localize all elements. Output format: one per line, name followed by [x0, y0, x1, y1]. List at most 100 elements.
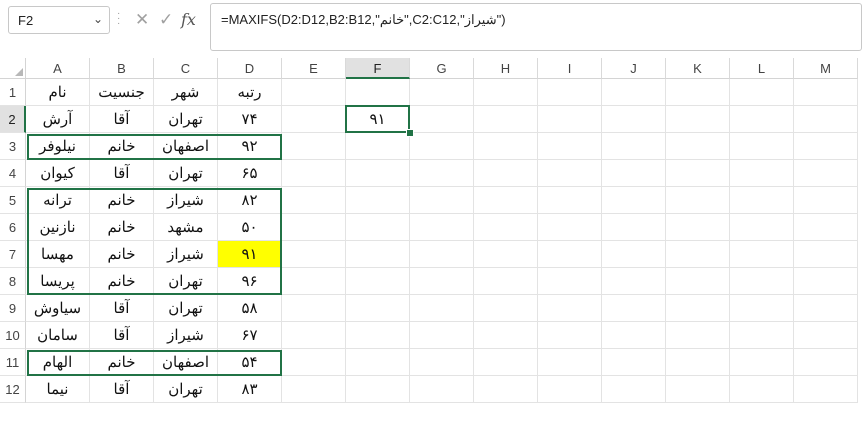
cell-f5[interactable]: [346, 187, 410, 214]
cell-h5[interactable]: [474, 187, 538, 214]
cell-l10[interactable]: [730, 322, 794, 349]
cell-i10[interactable]: [538, 322, 602, 349]
cell-k11[interactable]: [666, 349, 730, 376]
cell-i12[interactable]: [538, 376, 602, 403]
cell-f3[interactable]: [346, 133, 410, 160]
cell-b2[interactable]: آقا: [90, 106, 154, 133]
cell-k4[interactable]: [666, 160, 730, 187]
cell-k8[interactable]: [666, 268, 730, 295]
column-header-i[interactable]: I: [538, 58, 602, 79]
cell-d8[interactable]: ۹۶: [218, 268, 282, 295]
cell-h9[interactable]: [474, 295, 538, 322]
cancel-icon[interactable]: ✕: [135, 10, 149, 30]
cell-k6[interactable]: [666, 214, 730, 241]
cell-m2[interactable]: [794, 106, 858, 133]
cell-a3[interactable]: نیلوفر: [26, 133, 90, 160]
cell-e3[interactable]: [282, 133, 346, 160]
cell-l4[interactable]: [730, 160, 794, 187]
cell-c4[interactable]: تهران: [154, 160, 218, 187]
cell-a11[interactable]: الهام: [26, 349, 90, 376]
cell-b10[interactable]: آقا: [90, 322, 154, 349]
cell-j8[interactable]: [602, 268, 666, 295]
cell-f1[interactable]: [346, 79, 410, 106]
cell-b6[interactable]: خانم: [90, 214, 154, 241]
cell-g10[interactable]: [410, 322, 474, 349]
cell-k10[interactable]: [666, 322, 730, 349]
column-header-j[interactable]: J: [602, 58, 666, 79]
cell-h1[interactable]: [474, 79, 538, 106]
column-header-f[interactable]: F: [346, 58, 410, 79]
cell-g6[interactable]: [410, 214, 474, 241]
cell-a10[interactable]: سامان: [26, 322, 90, 349]
cell-f12[interactable]: [346, 376, 410, 403]
chevron-down-icon[interactable]: ⌄: [93, 12, 103, 26]
cell-c8[interactable]: تهران: [154, 268, 218, 295]
drag-handle-icon[interactable]: · · ·: [117, 9, 120, 29]
cell-j3[interactable]: [602, 133, 666, 160]
column-header-k[interactable]: K: [666, 58, 730, 79]
cell-m1[interactable]: [794, 79, 858, 106]
cell-k2[interactable]: [666, 106, 730, 133]
cell-f9[interactable]: [346, 295, 410, 322]
cell-j5[interactable]: [602, 187, 666, 214]
cell-f6[interactable]: [346, 214, 410, 241]
cell-g4[interactable]: [410, 160, 474, 187]
cell-l9[interactable]: [730, 295, 794, 322]
cell-d1[interactable]: رتبه: [218, 79, 282, 106]
cell-l7[interactable]: [730, 241, 794, 268]
cell-f2[interactable]: ۹۱: [346, 106, 410, 133]
cell-h2[interactable]: [474, 106, 538, 133]
column-header-g[interactable]: G: [410, 58, 474, 79]
cell-b12[interactable]: آقا: [90, 376, 154, 403]
cell-e12[interactable]: [282, 376, 346, 403]
cell-e9[interactable]: [282, 295, 346, 322]
column-header-a[interactable]: A: [26, 58, 90, 79]
cell-b1[interactable]: جنسیت: [90, 79, 154, 106]
cell-c10[interactable]: شیراز: [154, 322, 218, 349]
cell-c6[interactable]: مشهد: [154, 214, 218, 241]
cell-m9[interactable]: [794, 295, 858, 322]
cell-e5[interactable]: [282, 187, 346, 214]
cell-c9[interactable]: تهران: [154, 295, 218, 322]
cell-i11[interactable]: [538, 349, 602, 376]
cell-d7[interactable]: ۹۱: [218, 241, 282, 268]
cell-a7[interactable]: مهسا: [26, 241, 90, 268]
cell-j9[interactable]: [602, 295, 666, 322]
cell-a2[interactable]: آرش: [26, 106, 90, 133]
cell-h7[interactable]: [474, 241, 538, 268]
column-header-d[interactable]: D: [218, 58, 282, 79]
cell-c12[interactable]: تهران: [154, 376, 218, 403]
select-all-button[interactable]: [0, 58, 26, 79]
cell-e8[interactable]: [282, 268, 346, 295]
cell-k3[interactable]: [666, 133, 730, 160]
cell-b7[interactable]: خانم: [90, 241, 154, 268]
formula-bar[interactable]: =MAXIFS(D2:D12,B2:B12,"خانم",C2:C12,"شیر…: [210, 3, 862, 51]
row-header-7[interactable]: 7: [0, 241, 26, 268]
cell-f4[interactable]: [346, 160, 410, 187]
cell-c1[interactable]: شهر: [154, 79, 218, 106]
enter-icon[interactable]: ✓: [159, 10, 173, 30]
cell-c7[interactable]: شیراز: [154, 241, 218, 268]
cell-d5[interactable]: ۸۲: [218, 187, 282, 214]
cell-c2[interactable]: تهران: [154, 106, 218, 133]
row-header-4[interactable]: 4: [0, 160, 26, 187]
cell-i6[interactable]: [538, 214, 602, 241]
cell-b5[interactable]: خانم: [90, 187, 154, 214]
row-header-10[interactable]: 10: [0, 322, 26, 349]
cell-m10[interactable]: [794, 322, 858, 349]
cell-m6[interactable]: [794, 214, 858, 241]
cell-j11[interactable]: [602, 349, 666, 376]
cell-e11[interactable]: [282, 349, 346, 376]
row-header-2[interactable]: 2: [0, 106, 26, 133]
cell-m12[interactable]: [794, 376, 858, 403]
cell-g12[interactable]: [410, 376, 474, 403]
cell-i3[interactable]: [538, 133, 602, 160]
cell-j7[interactable]: [602, 241, 666, 268]
row-header-5[interactable]: 5: [0, 187, 26, 214]
cell-d11[interactable]: ۵۴: [218, 349, 282, 376]
cell-i7[interactable]: [538, 241, 602, 268]
row-header-3[interactable]: 3: [0, 133, 26, 160]
cell-k5[interactable]: [666, 187, 730, 214]
cell-b8[interactable]: خانم: [90, 268, 154, 295]
cell-l11[interactable]: [730, 349, 794, 376]
